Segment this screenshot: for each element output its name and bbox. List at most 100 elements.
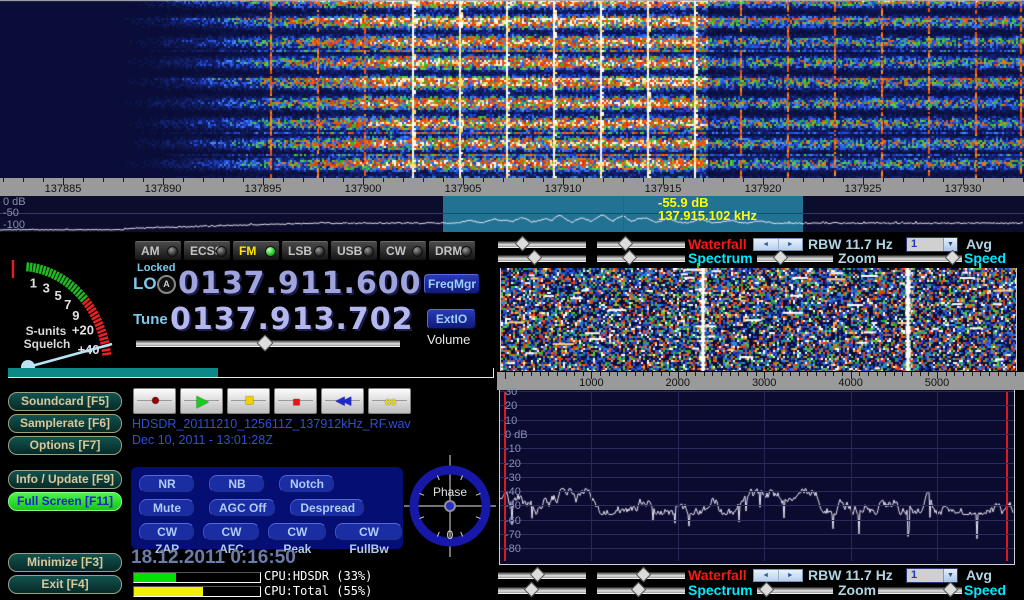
waterfall-contrast-slider-top-thumb[interactable] xyxy=(618,236,634,252)
phase-dial[interactable]: Phase 0 xyxy=(404,455,496,557)
audio-scale-tick xyxy=(557,372,558,376)
phase-pointer[interactable] xyxy=(446,502,454,510)
left-button-exit-f4[interactable]: Exit [F4] xyxy=(8,575,122,594)
spectrum-brightness-slider-top-thumb[interactable] xyxy=(527,250,543,266)
scroll-left-arrow-icon[interactable]: ◄ xyxy=(754,239,779,250)
audio-scale-tick xyxy=(773,372,774,376)
spectrum-brightness-slider-bottom-thumb[interactable] xyxy=(524,582,540,598)
spectrum-brightness-slider-bottom[interactable] xyxy=(498,587,586,594)
extio-button[interactable]: ExtIO xyxy=(427,309,476,329)
pause-button[interactable]: ▮▮ xyxy=(227,388,270,414)
rewind-button[interactable]: ◀◀ xyxy=(321,388,364,414)
left-button-info-update-f9[interactable]: Info / Update [F9] xyxy=(8,470,122,489)
dsp-button-nr[interactable]: NR xyxy=(139,475,195,493)
mode-button-lsb[interactable]: LSB xyxy=(281,240,329,261)
audio-db-label: -70 xyxy=(505,529,521,541)
waterfall-brightness-slider-top-thumb[interactable] xyxy=(515,236,531,252)
waterfall-brightness-slider-bottom-thumb[interactable] xyxy=(530,567,546,583)
smeter-caption-squelch: Squelch xyxy=(24,337,71,351)
dsp-button-notch[interactable]: Notch xyxy=(279,475,335,493)
mode-button-ecss[interactable]: ECSS xyxy=(183,240,231,261)
scroll-left-arrow-icon[interactable]: ◄ xyxy=(754,570,779,581)
zoom-slider-top-thumb[interactable] xyxy=(773,250,789,266)
spectrum-tab-bottom[interactable]: Spectrum xyxy=(688,582,753,598)
rf-scale-tick xyxy=(383,178,384,182)
audio-scale-tick xyxy=(747,372,748,376)
smeter-tick xyxy=(30,263,31,272)
audio-frequency-scale[interactable]: 10002000300040005000 xyxy=(497,372,1024,390)
smeter-caption-sunits: S-units xyxy=(26,324,67,338)
waterfall-scrollbar-bottom[interactable]: ◄► xyxy=(753,569,803,582)
dsp-button-mute[interactable]: Mute xyxy=(139,499,195,517)
audio-scale-tick xyxy=(868,372,869,376)
playback-progress-fill xyxy=(8,368,218,377)
playback-controls: ●▶▮▮ ■ ◀◀∞ xyxy=(133,388,411,414)
rf-scale-tick xyxy=(843,178,844,182)
loop-button[interactable]: ∞ xyxy=(368,388,411,414)
zoom-slider-bottom-thumb[interactable] xyxy=(759,582,775,598)
waterfall-brightness-slider-top[interactable] xyxy=(498,241,586,248)
rf-db-label: -50 xyxy=(3,207,19,219)
mode-button-usb[interactable]: USB xyxy=(330,240,378,261)
volume-slider-thumb[interactable] xyxy=(257,335,274,352)
audio-scale-tick xyxy=(643,372,644,376)
rf-waterfall-display[interactable] xyxy=(0,0,1024,178)
smeter-tick xyxy=(34,263,35,272)
mode-button-am[interactable]: AM xyxy=(134,240,182,261)
lo-lock-button[interactable]: A xyxy=(157,275,176,294)
avg-dropdown-arrow-icon[interactable]: ▼ xyxy=(943,569,957,582)
scroll-right-arrow-icon[interactable]: ► xyxy=(779,570,803,581)
s-meter[interactable]: 13579+20+40S-unitsSquelch xyxy=(2,234,126,380)
audio-scale-tick xyxy=(833,372,834,376)
waterfall-contrast-slider-top[interactable] xyxy=(597,241,685,248)
zoom-slider-top[interactable] xyxy=(757,255,833,262)
play-button[interactable]: ▶ xyxy=(180,388,223,414)
spectrum-contrast-slider-top-thumb[interactable] xyxy=(622,250,638,266)
lo-frequency-value[interactable]: 0137.911.600 xyxy=(178,266,422,301)
utc-clock: 18.12.2011 0:16:50 xyxy=(131,547,296,569)
cursor-readout: -55.9 dB 137.915.102 kHz xyxy=(658,196,757,222)
stop-icon: ■ xyxy=(293,395,299,408)
speed-slider-top-thumb[interactable] xyxy=(945,250,961,266)
spectrum-brightness-slider-top[interactable] xyxy=(498,255,586,262)
dsp-button-cw-zap[interactable]: CW ZAP xyxy=(139,523,195,541)
playback-progress-track[interactable] xyxy=(8,368,494,378)
mode-button-fm[interactable]: FM xyxy=(232,240,280,261)
left-button-options-f7[interactable]: Options [F7] xyxy=(8,436,122,455)
waterfall-contrast-slider-bottom-thumb[interactable] xyxy=(636,567,652,583)
tune-frequency-value[interactable]: 0137.913.702 xyxy=(170,302,414,337)
tune-label: Tune xyxy=(133,311,168,328)
audio-spectrum-display[interactable]: 3020100 dB-10-20-30-40-50-60-70-80 xyxy=(499,390,1015,565)
rf-scale-label: 137905 xyxy=(435,183,491,195)
avg-dropdown-top[interactable]: 1▼ xyxy=(906,237,958,252)
left-button-full-screen-f11[interactable]: Full Screen [F11] xyxy=(8,492,122,511)
spectrum-contrast-slider-top[interactable] xyxy=(597,255,685,262)
dsp-button-agc-off[interactable]: AGC Off xyxy=(209,499,276,517)
rf-spectrum-display[interactable]: 0 dB-50-100 -55.9 dB 137.915.102 kHz xyxy=(0,196,1024,232)
rf-frequency-scale[interactable]: 1378851378901378951379001379051379101379… xyxy=(0,178,1024,196)
waterfall-scrollbar-top[interactable]: ◄► xyxy=(753,238,803,251)
audio-scale-tick xyxy=(505,372,506,379)
spectrum-contrast-slider-bottom-thumb[interactable] xyxy=(631,582,647,598)
freqmgr-button[interactable]: FreqMgr xyxy=(424,274,480,294)
stop-button[interactable]: ■ xyxy=(274,388,317,414)
waterfall-tab-bottom[interactable]: Waterfall xyxy=(688,567,747,583)
record-button[interactable]: ● xyxy=(133,388,176,414)
dsp-button-despread[interactable]: Despread xyxy=(290,499,365,517)
mode-button-drm[interactable]: DRM xyxy=(428,240,476,261)
dsp-button-nb[interactable]: NB xyxy=(209,475,265,493)
scroll-right-arrow-icon[interactable]: ► xyxy=(779,239,803,250)
left-button-samplerate-f6[interactable]: Samplerate [F6] xyxy=(8,414,122,433)
audio-scale-tick xyxy=(799,372,800,376)
tune-cursor-line xyxy=(623,196,624,232)
avg-dropdown-arrow-icon[interactable]: ▼ xyxy=(943,238,957,251)
spectrum-tab-top[interactable]: Spectrum xyxy=(688,250,753,266)
left-button-minimize-f3[interactable]: Minimize [F3] xyxy=(8,553,122,572)
mode-button-cw[interactable]: CW xyxy=(379,240,427,261)
dsp-button-cw-fullbw[interactable]: CW FullBw xyxy=(335,523,403,541)
dsp-button-cw-peak[interactable]: CW Peak xyxy=(268,523,327,541)
dsp-button-cw-afc[interactable]: CW AFC xyxy=(203,523,259,541)
audio-waterfall-display[interactable] xyxy=(500,268,1017,371)
left-button-soundcard-f5[interactable]: Soundcard [F5] xyxy=(8,392,122,411)
speed-slider-bottom-thumb[interactable] xyxy=(943,582,959,598)
